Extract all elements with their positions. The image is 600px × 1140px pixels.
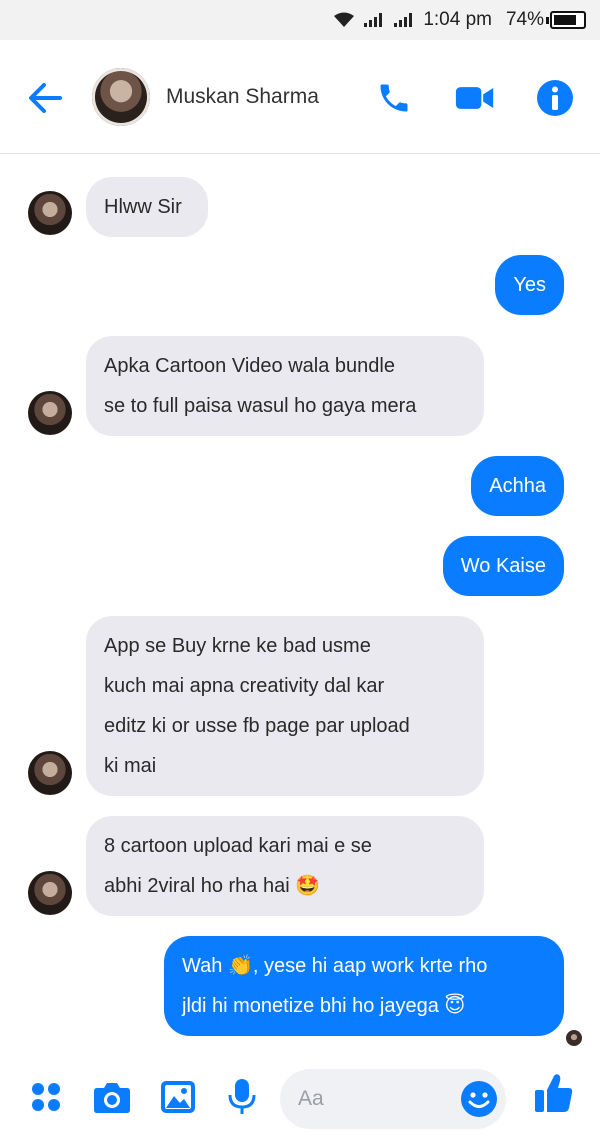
message-text: Achha — [489, 475, 546, 497]
message-incoming: Hlww Sir — [86, 177, 208, 237]
sender-avatar[interactable] — [28, 871, 72, 915]
message-text: se to full paisa wasul ho gaya mera — [104, 395, 417, 417]
message-incoming: App se Buy krne ke bad usme kuch mai apn… — [86, 616, 484, 796]
phone-icon[interactable] — [374, 78, 414, 118]
contact-avatar[interactable] — [92, 68, 150, 126]
message-text: Yes — [513, 274, 546, 296]
message-outgoing: Achha — [471, 456, 564, 516]
emoji-icon[interactable] — [460, 1080, 498, 1118]
contact-name[interactable]: Muskan Sharma — [166, 85, 319, 109]
message-bubble[interactable]: Yes — [495, 255, 564, 315]
message-text: kuch mai apna creativity dal kar — [104, 675, 385, 697]
sender-avatar[interactable] — [28, 751, 72, 795]
message-bubble[interactable]: Hlww Sir — [86, 177, 208, 237]
menu-dots-icon[interactable] — [26, 1077, 66, 1117]
thumbs-up-icon[interactable] — [534, 1073, 574, 1113]
info-icon[interactable] — [535, 78, 575, 118]
message-text: jldi hi monetize bhi ho jayega 😇 — [182, 995, 466, 1017]
back-arrow-icon[interactable] — [24, 78, 64, 118]
battery-percent: 74% — [505, 9, 544, 30]
video-camera-icon[interactable] — [455, 78, 495, 118]
message-input[interactable]: Aa — [280, 1069, 506, 1129]
message-text: abhi 2viral ho rha hai 🤩 — [104, 875, 321, 897]
chat-header: Muskan Sharma — [0, 40, 600, 154]
message-outgoing: Wah 👏, yese hi aap work krte rho jldi hi… — [164, 936, 564, 1036]
message-bubble[interactable]: App se Buy krne ke bad usme kuch mai apn… — [86, 616, 484, 796]
gallery-icon[interactable] — [158, 1077, 198, 1117]
status-bar: 1:04 pm 74% — [0, 0, 600, 40]
message-input-placeholder: Aa — [298, 1087, 324, 1110]
message-bubble[interactable]: Apka Cartoon Video wala bundle se to ful… — [86, 336, 484, 436]
camera-icon[interactable] — [92, 1077, 132, 1117]
status-time: 1:04 pm — [423, 9, 492, 30]
signal-icon-2 — [393, 12, 415, 28]
sender-avatar[interactable] — [28, 391, 72, 435]
message-text: 8 cartoon upload kari mai e se — [104, 835, 372, 857]
message-incoming: Apka Cartoon Video wala bundle se to ful… — [86, 336, 484, 436]
signal-icon — [363, 12, 385, 28]
message-text: ki mai — [104, 755, 157, 777]
read-receipt-avatar — [566, 1030, 582, 1046]
microphone-icon[interactable] — [222, 1077, 262, 1117]
wifi-icon — [333, 12, 355, 28]
message-text: Hlww Sir — [104, 196, 182, 218]
message-outgoing: Yes — [495, 255, 564, 315]
message-text: editz ki or usse fb page par upload — [104, 715, 410, 737]
message-bubble[interactable]: 8 cartoon upload kari mai e se abhi 2vir… — [86, 816, 484, 916]
message-outgoing: Wo Kaise — [442, 536, 564, 596]
message-composer: Aa — [0, 1055, 600, 1140]
battery-icon — [546, 11, 586, 29]
message-text: App se Buy krne ke bad usme — [104, 635, 371, 657]
message-incoming: 8 cartoon upload kari mai e se abhi 2vir… — [86, 816, 484, 916]
sender-avatar[interactable] — [28, 191, 72, 235]
message-bubble[interactable]: Wo Kaise — [442, 536, 564, 596]
message-text: Wo Kaise — [460, 555, 546, 577]
message-text: Wah 👏, yese hi aap work krte rho — [182, 955, 488, 977]
message-bubble[interactable]: Achha — [471, 456, 564, 516]
message-text: Apka Cartoon Video wala bundle — [104, 355, 395, 377]
message-bubble[interactable]: Wah 👏, yese hi aap work krte rho jldi hi… — [164, 936, 564, 1036]
